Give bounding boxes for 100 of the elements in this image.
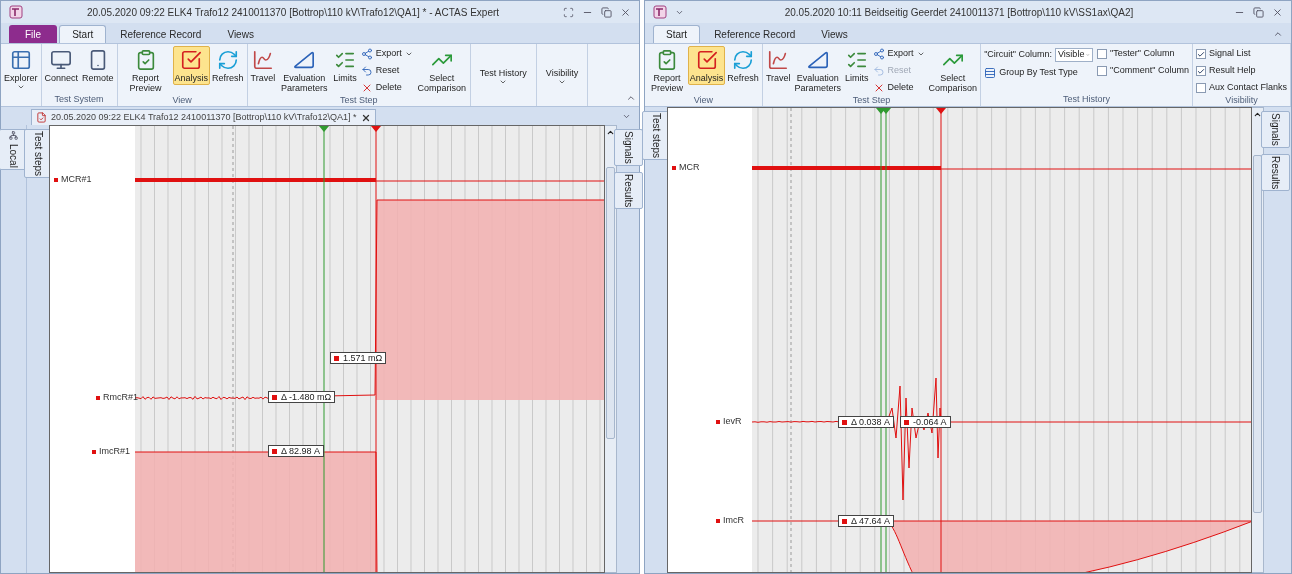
readout-text: Δ 0.038 A — [851, 417, 891, 427]
ribbon-icon — [360, 65, 373, 77]
checkbox[interactable] — [1195, 49, 1206, 59]
readout-text: 1.571 mΩ — [343, 353, 383, 363]
ribbon-button[interactable]: Refresh — [210, 46, 246, 85]
ribbon-button[interactable]: Limits — [331, 46, 359, 85]
caret-icon — [916, 50, 925, 58]
column-dropdown[interactable]: Visible — [1055, 48, 1094, 62]
cursor-line[interactable] — [936, 108, 946, 572]
ribbon-icon — [732, 49, 755, 71]
ribbon-small-button[interactable]: Group By Test Type — [984, 66, 1094, 80]
signal-marker-icon — [272, 448, 277, 454]
readout-text: Δ 82.98 A — [281, 446, 321, 456]
ribbon-button[interactable]: Select Comparison — [414, 46, 469, 95]
window-title: 20.05.2020 09:22 ELK4 Trafo12 2410011370 [Bottrop\110 kV\Trafo12\QA1] * - ACTAS Expert — [85, 5, 501, 20]
ribbon-tab[interactable]: Start — [653, 25, 701, 43]
close-icon[interactable] — [1272, 6, 1283, 18]
side-tab[interactable]: Results — [613, 171, 643, 210]
ribbon-button[interactable]: Analysis — [687, 46, 726, 85]
ribbon-tab[interactable]: File — [9, 25, 58, 43]
ribbon-button[interactable]: Limits — [843, 46, 871, 85]
close-icon[interactable] — [360, 112, 371, 123]
ribbon-small-button[interactable]: Delete — [360, 81, 413, 95]
combo-label: "Circuit" Column: — [984, 48, 1053, 62]
signal-label: ImcR — [723, 514, 744, 527]
ribbon-icon — [251, 49, 274, 71]
ribbon-button[interactable]: Analysis — [172, 46, 211, 85]
signal-marker-icon — [92, 449, 96, 454]
ribbon-icon — [872, 48, 885, 60]
ribbon-icon — [180, 49, 203, 71]
scroll-up-icon[interactable] — [606, 128, 615, 137]
ribbon-button[interactable]: Evaluation Parameters — [277, 46, 332, 95]
ribbon-button[interactable]: Refresh — [725, 46, 761, 85]
side-tab[interactable]: Signals — [1260, 111, 1290, 148]
ribbon-button[interactable]: Test History — [471, 46, 535, 86]
collapse-ribbon-icon[interactable] — [1273, 29, 1283, 39]
checkbox[interactable] — [1195, 83, 1206, 93]
ribbon-button[interactable]: Report Preview — [118, 46, 173, 95]
cursor-line[interactable] — [319, 126, 329, 572]
checkbox-label: "Tester" Column — [1110, 47, 1175, 61]
readout-text: -0.064 A — [913, 417, 947, 427]
ribbon-tab[interactable]: Start — [59, 25, 107, 43]
readout-text: Δ 47.64 A — [851, 516, 891, 526]
ribbon-button[interactable]: Explorer — [2, 46, 40, 93]
restore-icon[interactable] — [1253, 6, 1264, 18]
ribbon-small-button[interactable]: Reset — [360, 64, 413, 78]
scrollbar[interactable] — [605, 125, 617, 573]
checkbox-label: Result Help — [1208, 64, 1256, 78]
caret-icon — [16, 83, 25, 91]
collapse-ribbon-icon[interactable] — [626, 93, 636, 103]
ribbon-button[interactable]: Select Comparison — [926, 46, 980, 95]
close-icon[interactable] — [620, 6, 631, 18]
ribbon-tab[interactable]: Views — [215, 25, 266, 43]
side-tab[interactable]: Results — [1260, 153, 1290, 192]
tab-icon — [9, 131, 18, 140]
signal-marker-icon — [904, 419, 909, 425]
signal-marker-icon — [842, 518, 847, 524]
readout-text: Δ -1.480 mΩ — [281, 392, 332, 402]
ribbon-tab[interactable]: Reference Record — [702, 25, 808, 43]
signal-label: MCR — [679, 161, 700, 174]
checkbox[interactable] — [1195, 66, 1206, 76]
ribbon-button[interactable]: Travel — [763, 46, 793, 85]
cursor-line[interactable] — [881, 108, 891, 572]
ribbon-icon — [695, 49, 718, 71]
ribbon-small-button[interactable]: Delete — [872, 81, 925, 95]
ribbon-tab[interactable]: Reference Record — [108, 25, 214, 43]
ribbon-tab[interactable]: Views — [809, 25, 860, 43]
ribbon-icon — [216, 49, 239, 71]
ribbon-button[interactable]: Connect — [42, 46, 81, 85]
scroll-up-icon[interactable] — [1253, 110, 1262, 119]
ribbon-button[interactable]: Visibility — [537, 46, 587, 86]
signal-marker-icon — [334, 355, 339, 361]
checkbox[interactable] — [1097, 66, 1108, 76]
signal-marker-icon — [716, 518, 720, 523]
checkbox-label: "Comment" Column — [1110, 64, 1189, 78]
ribbon-small-button[interactable]: Export — [872, 47, 925, 61]
ribbon-button[interactable]: Report Preview — [646, 46, 688, 95]
caret-icon — [499, 78, 508, 86]
ribbon-icon — [767, 49, 790, 71]
group-label: View — [692, 95, 715, 106]
document-tab[interactable]: 20.05.2020 09:22 ELK4 Trafo12 2410011370 [Bottrop\110 kV\Trafo12\QA1] * — [31, 109, 376, 125]
dropdown-icon[interactable] — [622, 112, 631, 121]
side-tab[interactable]: Signals — [613, 129, 643, 166]
app-icon — [653, 5, 667, 19]
caret-icon — [558, 78, 566, 86]
signal-label: RmcR#1 — [103, 391, 138, 404]
checkbox[interactable] — [1097, 49, 1108, 59]
restore-icon[interactable] — [601, 6, 612, 18]
ribbon-small-button[interactable]: Export — [360, 47, 413, 61]
ribbon-icon — [806, 49, 829, 71]
ribbon-button[interactable]: Evaluation Parameters — [792, 46, 844, 95]
signal-marker-icon — [272, 394, 277, 400]
scrollbar[interactable] — [1252, 107, 1264, 573]
window-layout-icon[interactable] — [563, 6, 574, 18]
ribbon-button[interactable]: Travel — [248, 46, 278, 85]
scrollbar-thumb[interactable] — [606, 167, 615, 439]
ribbon-button[interactable]: Remote — [80, 46, 116, 85]
scrollbar-thumb[interactable] — [1253, 155, 1262, 513]
signal-marker-icon — [842, 419, 847, 425]
checkbox-label: Aux Contact Flanks — [1208, 81, 1287, 95]
